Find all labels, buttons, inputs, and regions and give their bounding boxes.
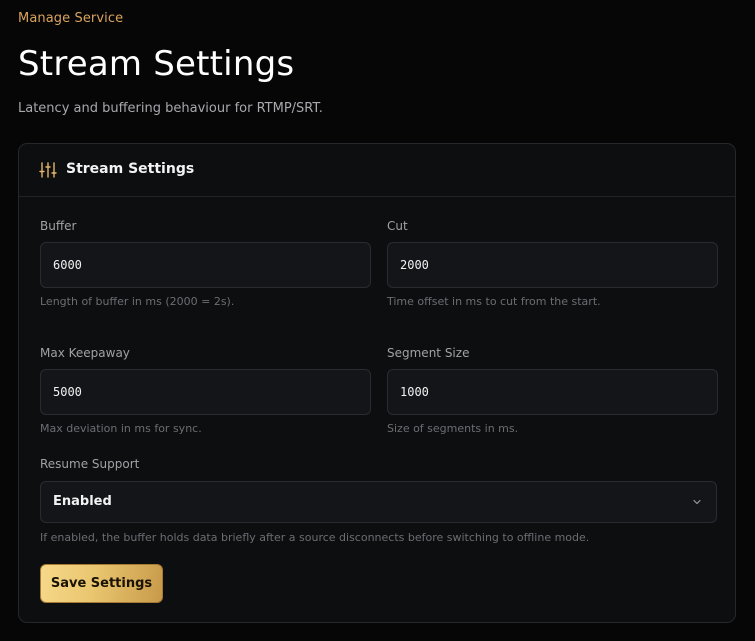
page-title: Stream Settings — [18, 44, 295, 84]
segment-size-help: Size of segments in ms. — [387, 422, 519, 435]
segment-size-input[interactable] — [387, 369, 718, 415]
buffer-label: Buffer — [40, 219, 77, 233]
max-keepaway-label: Max Keepaway — [40, 346, 130, 360]
chevron-down-icon — [693, 499, 701, 505]
max-keepaway-help: Max deviation in ms for sync. — [40, 422, 202, 435]
buffer-help: Length of buffer in ms (2000 = 2s). — [40, 295, 235, 308]
resume-support-value: Enabled — [53, 494, 112, 509]
sliders-icon — [39, 162, 57, 178]
save-settings-button[interactable]: Save Settings — [40, 564, 163, 603]
resume-support-help: If enabled, the buffer holds data briefl… — [40, 531, 590, 544]
card-title: Stream Settings — [66, 161, 195, 177]
cut-input[interactable] — [387, 242, 718, 288]
breadcrumb[interactable]: Manage Service — [18, 11, 123, 26]
stream-settings-card: Stream Settings Buffer Length of buffer … — [18, 143, 736, 623]
page-subtitle: Latency and buffering behaviour for RTMP… — [18, 101, 323, 116]
segment-size-label: Segment Size — [387, 346, 470, 360]
page: Manage Service Stream Settings Latency a… — [0, 0, 755, 641]
cut-help: Time offset in ms to cut from the start. — [387, 295, 601, 308]
max-keepaway-input[interactable] — [40, 369, 371, 415]
resume-support-select[interactable]: Enabled — [40, 481, 717, 523]
cut-label: Cut — [387, 219, 408, 233]
card-header: Stream Settings — [19, 144, 735, 197]
buffer-input[interactable] — [40, 242, 371, 288]
resume-support-label: Resume Support — [40, 457, 140, 471]
